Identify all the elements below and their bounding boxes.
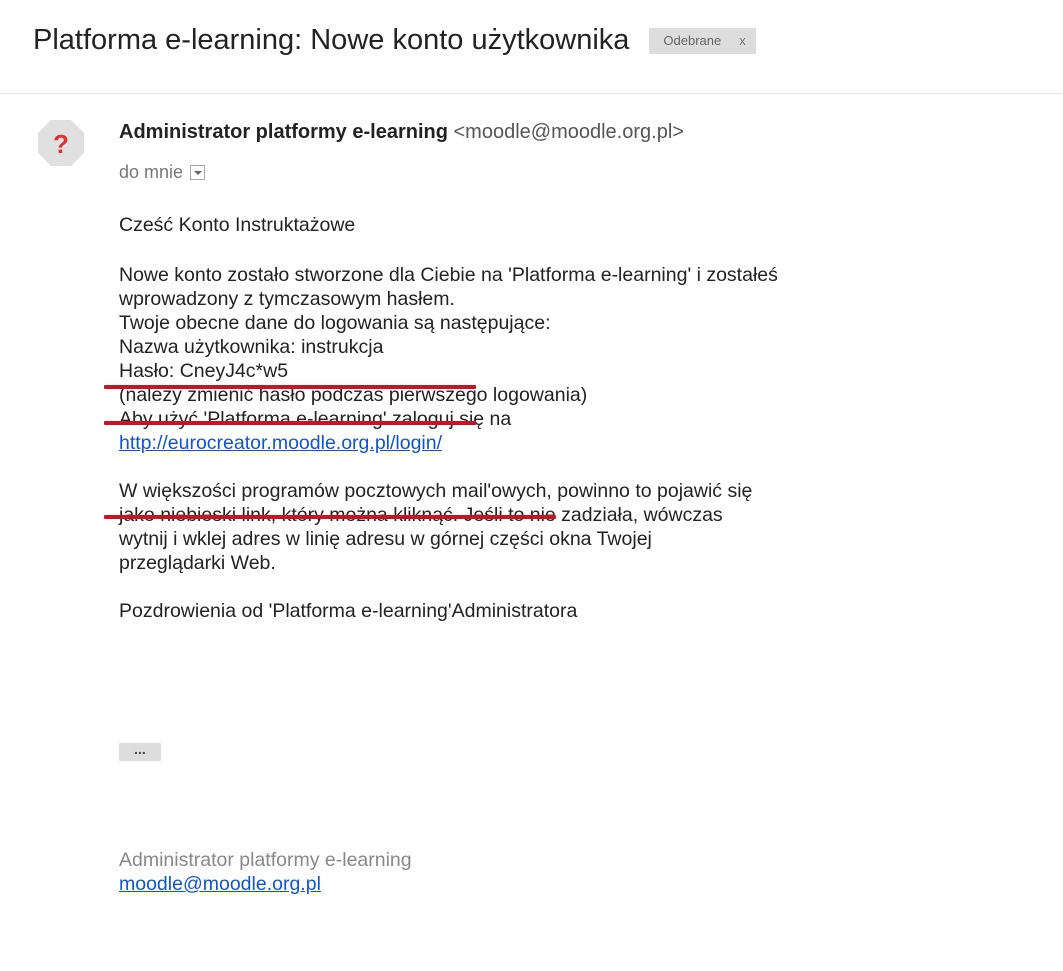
signature: Administrator platformy e-learning moodl… (119, 848, 412, 896)
body-line: Aby użyć 'Platforma e-learning' zaloguj … (119, 408, 512, 430)
account-paragraph: Nowe konto zostało stworzone dla Ciebie … (119, 263, 1019, 455)
inbox-label-chip[interactable]: Odebrane x (649, 27, 756, 54)
password-highlight-underline (104, 421, 476, 425)
email-body: Cześć Konto Instruktażowe Nowe konto zos… (119, 213, 1019, 623)
body-line: wytnij i wklej adres w linię adresu w gó… (119, 528, 652, 550)
body-line: Nowe konto zostało stworzone dla Ciebie … (119, 264, 778, 286)
unknown-sender-icon: ? (38, 120, 84, 166)
signature-name: Administrator platformy e-learning (119, 849, 412, 871)
header-divider (0, 93, 1063, 94)
sender-email: <moodle@moodle.org.pl> (453, 121, 684, 143)
remove-label-icon[interactable]: x (739, 33, 746, 48)
show-trimmed-content-button[interactable]: ... (119, 742, 161, 761)
email-header: Platforma e-learning: Nowe konto użytkow… (33, 24, 756, 57)
username-highlight-underline (104, 385, 476, 389)
password-line: Hasło: CneyJ4c*w5 (119, 360, 289, 382)
recipient-line: do mnie (119, 162, 206, 183)
closing-line: Pozdrowienia od 'Platforma e-learning'Ad… (119, 600, 578, 622)
greeting: Cześć Konto Instruktażowe (119, 214, 356, 236)
sender-avatar: ? (36, 118, 86, 168)
username-line: Nazwa użytkownika: instrukcja (119, 336, 384, 358)
show-details-dropdown-icon[interactable] (190, 165, 206, 180)
body-line: Twoje obecne dane do logowania są następ… (119, 312, 551, 334)
sender-name[interactable]: Administrator platformy e-learning (119, 121, 448, 143)
link-highlight-underline (104, 515, 556, 519)
instructions-paragraph: W większości programów pocztowych mail'o… (119, 479, 1019, 575)
body-line: przeglądarki Web. (119, 552, 276, 574)
recipient-text: do mnie (119, 162, 184, 182)
avatar-glyph: ? (53, 129, 69, 159)
inbox-label-text: Odebrane (663, 33, 722, 48)
body-line: wprowadzony z tymczasowym hasłem. (119, 288, 455, 310)
body-line: W większości programów pocztowych mail'o… (119, 480, 753, 502)
sender-line: Administrator platformy e-learning <mood… (119, 121, 684, 144)
signature-email-link[interactable]: moodle@moodle.org.pl (119, 873, 321, 895)
login-link[interactable]: http://eurocreator.moodle.org.pl/login/ (119, 432, 442, 454)
email-subject: Platforma e-learning: Nowe konto użytkow… (33, 24, 630, 56)
